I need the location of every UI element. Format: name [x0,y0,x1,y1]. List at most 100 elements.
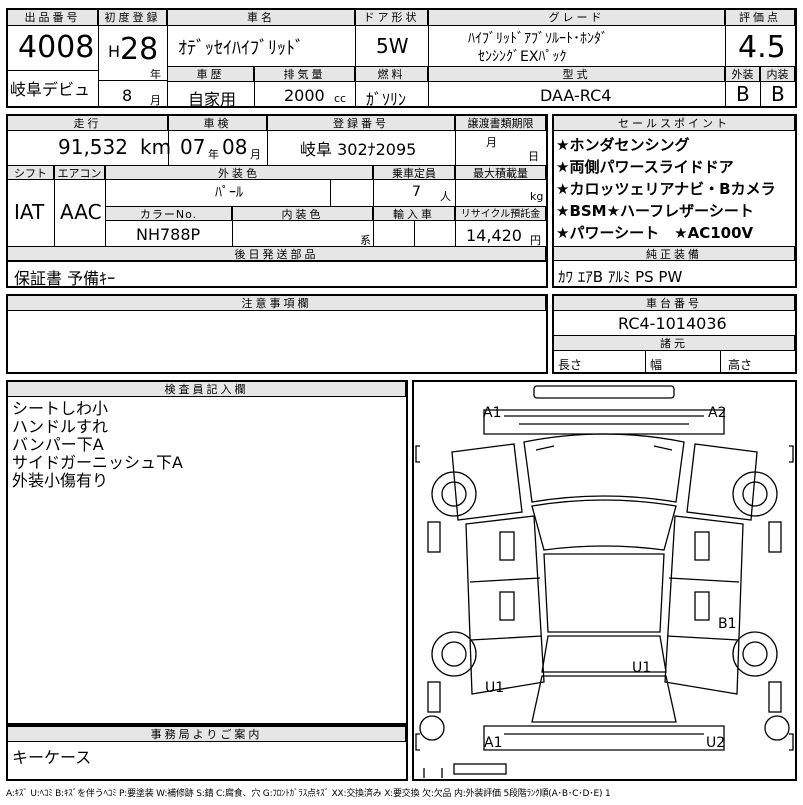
right-side-shape [664,515,744,695]
insp-year: 07 [180,135,206,159]
rear-right-wheel-shape [732,631,778,677]
windshield-shape [531,499,677,551]
mark-rear-left: A1 [484,735,503,751]
color-value: ﾊﾟｰﾙ [215,185,243,201]
rear-outline-shape [483,725,725,751]
colorno-label: カラーNo. [106,207,232,221]
legend-footer: A:ｷｽﾞ U:ﾍｺﾐ B:ｷｽﾞを伴うﾍｺﾐ P:要塗装 W:補修跡 S:錆 … [6,789,611,799]
front-outline-shape [483,409,725,435]
spec-length: 長さ [558,358,583,372]
debut-text: 岐阜デビュ [10,80,91,99]
selling-point: ★ホンダセンシング [556,136,690,154]
shift-label: シフト [8,166,54,180]
mark-front-right: A2 [708,405,727,421]
first-reg-label: 初度登録 [99,10,167,26]
capacity-unit: 人 [440,190,451,203]
mileage-unit: km [140,135,172,159]
inspector-note: サイドガーニッシュ下A [12,453,183,472]
inspector-note: シートしわ小 [12,399,109,418]
ext-grade-label: 外装 [726,67,760,82]
auction-sheet: 出品番号 4008 岐阜デビュ 初度登録 H 28 年 8 月 車名 ｵﾃﾞｯｾ… [0,0,803,805]
equip-value: ｶﾜ ｴｱB ｱﾙﾐ PS PW [558,268,683,286]
equip-label: 純正装備 [554,247,795,261]
mark-rear-right: U2 [706,735,726,751]
door-label: ドア形状 [356,10,428,26]
left-side-shape [465,515,545,695]
later-label: 後日発送部品 [8,247,546,261]
capacity-value: 7 [412,184,421,200]
inspector-note: ハンドルすれ [12,417,109,436]
mark-rear-center: U1 [632,660,652,676]
spec-height: 高さ [728,358,753,372]
fuel-value: ｶﾞｿﾘﾝ [366,90,407,109]
right-fender-shape [686,443,758,521]
grade-line1: ﾊｲﾌﾞﾘｯﾄﾞｱﾌﾞｿﾙｰﾄ･ﾎﾝﾀﾞ [468,31,608,47]
intcolor-label: 内装色 [233,207,373,221]
history-value: 自家用 [188,90,237,109]
chassis-label: 車台番号 [554,296,795,311]
door-type: 5W [376,34,409,58]
inspector-notes: シートしわ小 ハンドルすれ バンパー下A サイドガーニッシュ下A 外装小傷有り [12,400,183,490]
selling-label: セールスポイント [554,116,795,131]
capacity-label: 乗車定員 [374,166,455,180]
left-fender-shape [451,443,523,521]
car-name: ｵﾃﾞｯｾｲﾊｲﾌﾞﾘｯﾄﾞ [178,38,304,59]
displacement-label: 排気量 [255,67,355,82]
car-name-label: 車名 [168,10,355,26]
later-value: 保証書 予備ｷｰ [14,269,116,288]
inspector-note: 外装小傷有り [12,471,109,490]
lot-label: 出品番号 [8,10,98,26]
mark-left-rear: U1 [485,680,505,696]
office-value: キーケース [12,748,92,767]
caution-label: 注意事項欄 [8,296,546,311]
displacement-value: 2000 [284,86,325,105]
spec-width: 幅 [650,358,663,372]
front-bumper-shape [533,385,675,399]
inspector-label: 検査員記入欄 [8,382,406,397]
import-label: 輸入車 [374,207,455,221]
inspector-note: バンパー下A [12,435,104,454]
month-unit: 月 [150,94,161,107]
int-grade-label: 内装 [761,67,795,82]
reg-year: 28 [120,32,159,67]
car-diagram [415,385,794,778]
roof-shape [543,553,665,633]
score-label: 評価点 [726,10,795,26]
reg-month: 8 [122,86,133,105]
recycle-label: リサイクル預託金 [456,207,546,221]
colorno-value: NH788P [136,225,201,244]
grade-label: グレード [429,10,725,26]
insp-month-unit: 月 [250,148,261,161]
load-label: 最大積載量 [456,166,546,180]
grade-line2: ｾﾝｼﾝｸﾞEXﾊﾟｯｸ [478,49,567,65]
selling-point: ★パワーシート ★AC100V [556,224,754,242]
recycle-value: 14,420 [466,226,522,245]
score-value: 4.5 [738,30,786,65]
shift-value: IAT [14,200,45,224]
lot-number: 4008 [18,30,95,65]
model-value: DAA-RC4 [540,86,612,105]
history-label: 車歴 [168,67,254,82]
insp-month: 08 [222,135,248,159]
mark-right-side: B1 [718,616,737,632]
spec-label: 諸元 [554,336,795,351]
ac-value: AAC [60,200,102,224]
hood-shape [523,433,685,503]
rear-left-wheel-shape [431,631,477,677]
mileage-label: 走行 [8,116,168,131]
plate-value: 岐阜 302ﾅ2095 [300,140,417,159]
load-unit: kg [530,190,544,203]
ext-grade: B [736,82,750,106]
int-grade: B [771,82,785,106]
chassis-value: RC4-1014036 [618,314,727,333]
selling-point: ★カロッツェリアナビ・Bカメラ [556,180,776,198]
color-label: 外装色 [106,166,373,180]
office-label: 事務局よりご案内 [8,727,406,742]
transfer-day: 日 [528,150,539,163]
plate-label: 登録番号 [268,116,455,131]
inspection-label: 車検 [169,116,267,131]
transfer-label: 譲渡書類期限 [456,116,546,131]
transfer-month: 月 [486,136,497,149]
displacement-unit: cc [334,92,347,105]
selling-points-list: ★ホンダセンシング ★両側パワースライドドア ★カロッツェリアナビ・Bカメラ ★… [556,134,794,244]
